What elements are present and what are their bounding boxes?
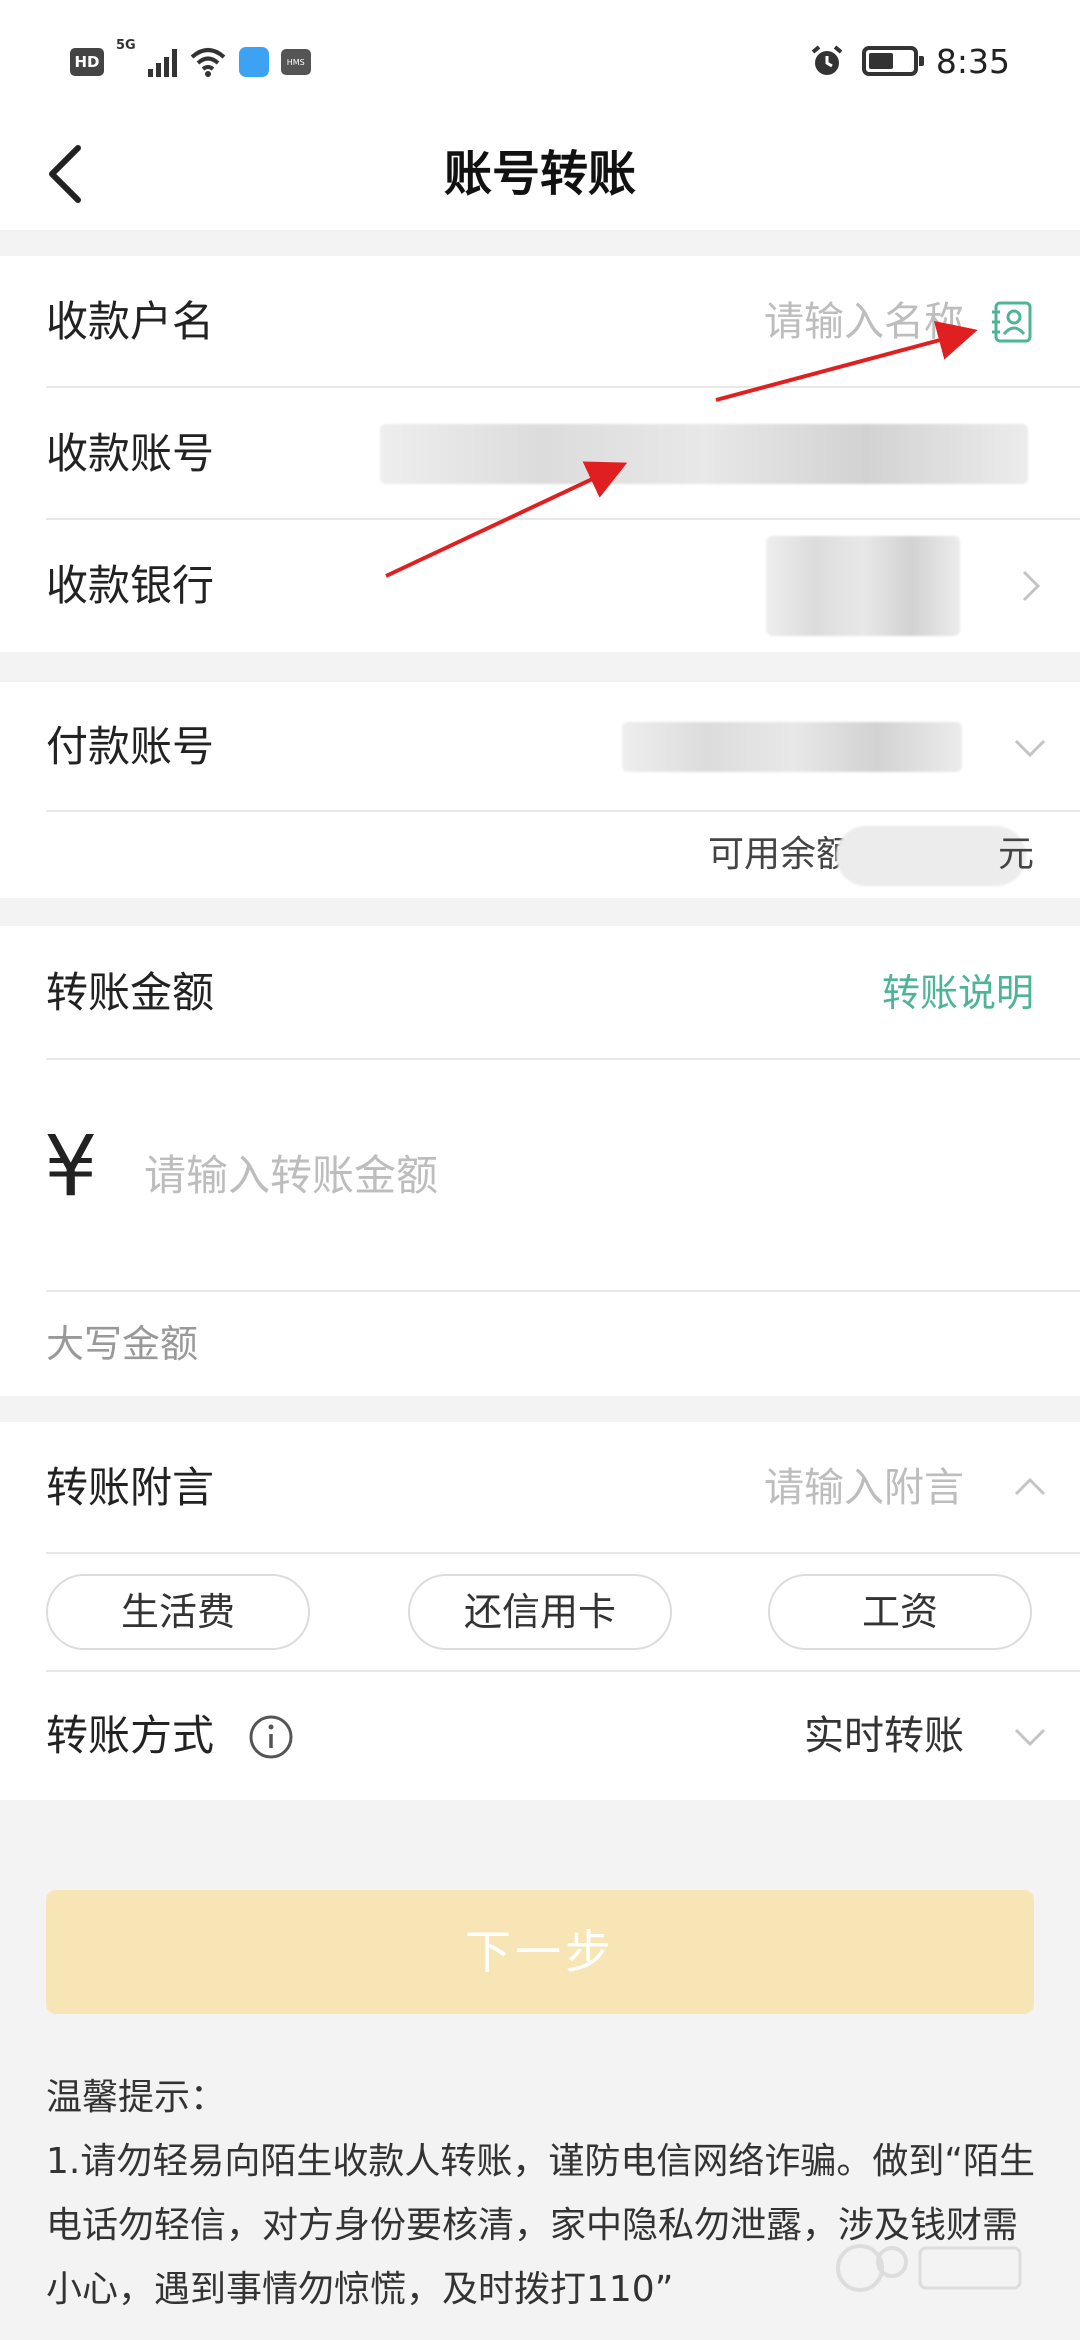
currency-symbol: ¥ <box>44 1117 98 1215</box>
alarm-icon <box>811 45 843 75</box>
network-type: 5G <box>116 38 136 53</box>
remark-label: 转账附言 <box>46 1463 215 1512</box>
page-title: 账号转账 <box>443 146 636 202</box>
app-notification-icon <box>238 47 269 77</box>
payee-name-row[interactable]: 收款户名 请输入名称 <box>0 256 1080 388</box>
transfer-method-label: 转账方式 <box>46 1711 215 1760</box>
chip-credit-card[interactable]: 还信用卡 <box>408 1574 672 1650</box>
amount-input-row[interactable]: ¥ 请输入转账金额 <box>0 1060 1080 1292</box>
signal-icon <box>147 47 177 77</box>
transfer-page: HD 5G HMS 8:35 账号转账 收款户名 请输入名称 收款账号 收款银行… <box>0 0 1080 2340</box>
transfer-method-row[interactable]: 转账方式 实时转账 <box>0 1672 1080 1800</box>
payee-account-label: 收款账号 <box>46 429 215 478</box>
uppercase-amount-label: 大写金额 <box>46 1322 199 1366</box>
remark-section: 转账附言 请输入附言 生活费 还信用卡 工资 转账方式 实时转账 <box>0 1422 1080 1800</box>
payee-bank-row[interactable]: 收款银行 <box>0 520 1080 652</box>
balance-row: 可用余额 元 <box>0 812 1080 898</box>
battery-icon <box>861 46 924 76</box>
balance-suffix: 元 <box>997 834 1034 875</box>
remark-row[interactable]: 转账附言 请输入附言 <box>0 1422 1080 1554</box>
chevron-up-icon[interactable] <box>1010 1468 1050 1508</box>
payer-account-row[interactable]: 付款账号 <box>0 682 1080 812</box>
payee-name-label: 收款户名 <box>46 297 215 346</box>
chip-salary[interactable]: 工资 <box>768 1574 1032 1650</box>
tips-title: 温馨提示： <box>46 2077 227 2118</box>
amount-header-row: 转账金额 转账说明 <box>0 926 1080 1060</box>
status-left-icons: HD 5G HMS <box>70 38 311 84</box>
navigation-bar: 账号转账 <box>0 118 1080 230</box>
payee-account-row[interactable]: 收款账号 <box>0 388 1080 520</box>
hd-icon: HD <box>70 48 104 76</box>
chip-living-expenses[interactable]: 生活费 <box>46 1574 310 1650</box>
chevron-down-icon[interactable] <box>1010 727 1050 767</box>
balance-prefix: 可用余额 <box>708 834 853 875</box>
wifi-icon <box>190 48 226 77</box>
info-icon[interactable] <box>248 1714 294 1760</box>
payee-account-redacted[interactable] <box>380 424 1028 484</box>
payee-bank-redacted <box>766 536 960 636</box>
next-step-button[interactable]: 下一步 <box>46 1890 1034 2014</box>
payer-section: 付款账号 可用余额 元 <box>0 682 1080 898</box>
payee-bank-label: 收款银行 <box>46 561 215 610</box>
uppercase-amount-row: 大写金额 <box>0 1292 1080 1396</box>
remark-input[interactable]: 请输入附言 <box>764 1422 964 1554</box>
chevron-right-icon[interactable] <box>1010 566 1050 606</box>
chevron-down-icon[interactable] <box>1010 1716 1050 1756</box>
status-bar: HD 5G HMS 8:35 <box>0 0 1080 118</box>
watermark-logo <box>836 2244 1022 2292</box>
clock: 8:35 <box>935 41 1010 81</box>
amount-section: 转账金额 转账说明 ¥ 请输入转账金额 大写金额 <box>0 926 1080 1396</box>
hms-icon: HMS <box>280 49 311 75</box>
status-right-icons: 8:35 <box>810 36 1010 86</box>
payer-account-label: 付款账号 <box>46 722 215 771</box>
amount-input[interactable]: 请输入转账金额 <box>144 1060 438 1292</box>
payee-name-input[interactable]: 请输入名称 <box>764 256 964 388</box>
contact-book-icon[interactable] <box>990 300 1034 344</box>
transfer-info-link[interactable]: 转账说明 <box>882 926 1034 1060</box>
amount-label: 转账金额 <box>46 968 215 1017</box>
remark-quick-chips: 生活费 还信用卡 工资 <box>0 1554 1080 1672</box>
transfer-method-value[interactable]: 实时转账 <box>804 1672 964 1800</box>
payer-account-redacted <box>622 722 962 772</box>
payee-section: 收款户名 请输入名称 收款账号 收款银行 <box>0 256 1080 652</box>
